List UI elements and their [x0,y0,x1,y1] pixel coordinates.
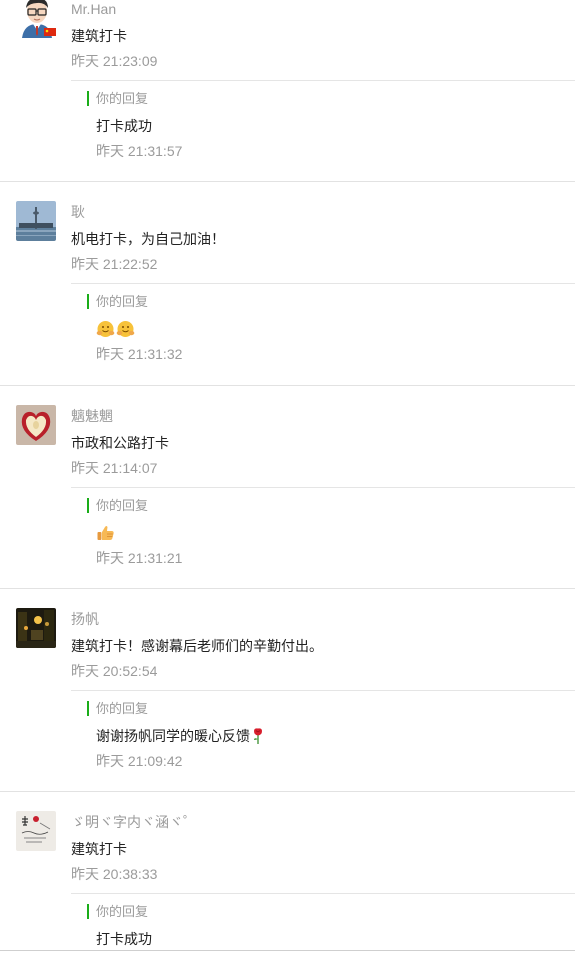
comment-separator [0,385,575,386]
thumbs-up-emoji-icon [97,526,114,540]
comment-time: 昨天 21:23:09 [71,53,158,69]
commenter-name: 魑魅魍 [71,408,113,424]
handwriting-icon [16,811,56,851]
reply-text: 打卡成功 [96,117,152,135]
comment-text: 市政和公路打卡 [71,435,169,451]
comment-separator [0,588,575,589]
reply-label: 你的回复 [87,701,148,716]
avatar[interactable] [16,608,56,648]
reply-text: 谢谢扬帆同学的暖心反馈 [96,727,265,745]
comment-text: 建筑打卡 [71,841,127,857]
avatar[interactable] [16,405,56,445]
comment-text: 建筑打卡！感谢幕后老师们的辛勤付出。 [71,638,323,654]
avatar[interactable] [16,811,56,851]
reply-text-content: 谢谢扬帆同学的暖心反馈 [96,728,250,744]
rose-emoji-icon [254,728,262,744]
reply-text [96,320,135,338]
comment-time: 昨天 21:22:52 [71,256,158,272]
reply-label: 你的回复 [87,294,148,309]
reply-label: 你的回复 [87,498,148,513]
comment-time: 昨天 20:52:54 [71,663,158,679]
commenter-name: Mr.Han [71,1,117,17]
comment-separator [0,791,575,792]
comment-separator [0,181,575,182]
reply-time: 昨天 21:09:42 [96,753,183,769]
reply-divider [71,487,575,488]
reply-text-content: 打卡成功 [96,118,152,134]
reply-label: 你的回复 [87,91,148,106]
night-street-icon [16,608,56,648]
reply-divider [71,893,575,894]
commenter-name: 扬帆 [71,611,99,627]
reply-divider [71,80,575,81]
reply-divider [71,690,575,691]
cartoon-man-icon [16,0,58,38]
bottom-edge [0,950,575,951]
avatar[interactable] [16,0,58,38]
tower-photo-icon [16,201,56,241]
commenter-name: 耿 [71,204,85,220]
comment-text: 建筑打卡 [71,28,127,44]
hug-emoji-icon [116,321,135,337]
reply-divider [71,283,575,284]
reply-text: 打卡成功 [96,930,152,948]
apple-photo-icon [16,405,56,445]
reply-time: 昨天 21:31:32 [96,346,183,362]
reply-time: 昨天 21:31:21 [96,550,183,566]
comment-time: 昨天 20:38:33 [71,866,158,882]
reply-time: 昨天 21:31:57 [96,143,183,159]
comment-text: 机电打卡，为自己加油！ [71,231,225,247]
commenter-name: ゞ明ヾ字内ヾ涵ヾ゜ [71,814,197,830]
reply-text [96,524,115,542]
hug-emoji-icon [96,321,115,337]
comment-time: 昨天 21:14:07 [71,460,158,476]
avatar[interactable] [16,201,56,241]
reply-text-content: 打卡成功 [96,931,152,947]
reply-label: 你的回复 [87,904,148,919]
